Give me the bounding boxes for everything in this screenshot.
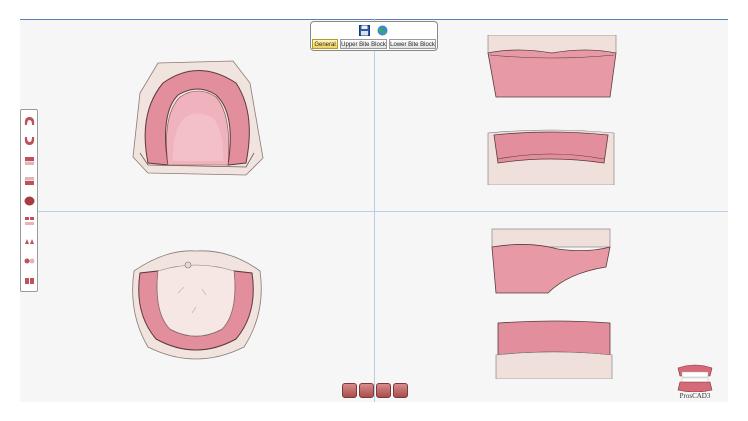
- view-toolbar: [20, 109, 38, 292]
- right-view-icon[interactable]: [24, 256, 35, 266]
- lower-arch-model[interactable]: [126, 243, 266, 365]
- tab-lower-bite-block[interactable]: Lower Bite Block: [389, 39, 436, 49]
- logo-text: ProsCAD3: [679, 392, 711, 400]
- full-denture-icon[interactable]: [24, 196, 35, 206]
- lower-arch-icon[interactable]: [24, 136, 35, 146]
- save-icon[interactable]: [359, 25, 370, 36]
- lower-back-view-model[interactable]: [494, 319, 614, 379]
- lower-front-view-model[interactable]: [488, 227, 614, 295]
- bottom-view-toolbar: [342, 383, 408, 399]
- globe-icon[interactable]: [377, 25, 388, 36]
- tab-upper-bite-block[interactable]: Upper Bite Block: [340, 39, 387, 49]
- upper-arch-model[interactable]: [128, 53, 268, 183]
- upper-arch-view-icon[interactable]: [342, 383, 357, 398]
- jaw-view-icon[interactable]: [24, 216, 35, 226]
- lower-arch-view-icon[interactable]: [359, 383, 374, 398]
- upper-back-view-model[interactable]: [484, 125, 618, 185]
- bite-view-icon[interactable]: [376, 383, 391, 398]
- denture-logo-icon: [677, 364, 713, 393]
- front-view-icon[interactable]: [24, 156, 35, 166]
- denture-view-icon[interactable]: [393, 383, 408, 398]
- upper-arch-icon[interactable]: [24, 116, 35, 126]
- left-view-icon[interactable]: [24, 236, 35, 246]
- upper-front-view-model[interactable]: [486, 35, 618, 99]
- split-view-icon[interactable]: [24, 276, 35, 286]
- back-view-icon[interactable]: [24, 176, 35, 186]
- tab-general[interactable]: General: [312, 39, 338, 49]
- proscad-logo: ProsCAD3: [670, 362, 720, 402]
- viewport-canvas[interactable]: General Upper Bite Block Lower Bite Bloc…: [20, 19, 728, 402]
- mode-toolbar: General Upper Bite Block Lower Bite Bloc…: [310, 21, 438, 51]
- viewport-vertical-divider: [374, 19, 375, 402]
